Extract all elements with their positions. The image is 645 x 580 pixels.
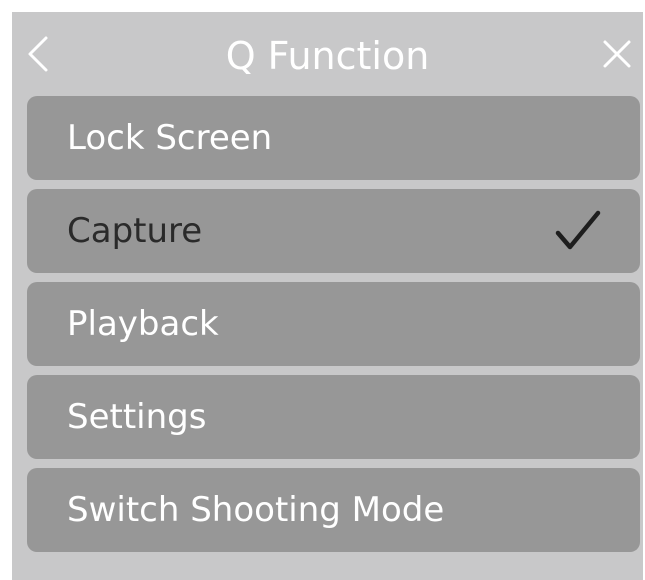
menu-item-lock-screen[interactable]: Lock Screen [27, 96, 640, 180]
q-function-panel: Q Function Lock Screen Capture Playback … [12, 12, 643, 580]
close-button[interactable] [597, 34, 637, 74]
menu-item-switch-shooting-mode[interactable]: Switch Shooting Mode [27, 468, 640, 552]
menu-item-label: Lock Screen [67, 118, 273, 158]
menu-item-label: Settings [67, 397, 207, 437]
panel-header: Q Function [12, 12, 643, 96]
menu-item-label: Switch Shooting Mode [67, 490, 445, 530]
page-title: Q Function [225, 34, 430, 78]
menu-item-label: Playback [67, 304, 219, 344]
check-icon [555, 210, 601, 250]
menu-item-playback[interactable]: Playback [27, 282, 640, 366]
menu-item-capture[interactable]: Capture [27, 189, 640, 273]
menu-item-label: Capture [67, 211, 203, 251]
close-icon [603, 40, 631, 68]
menu-item-settings[interactable]: Settings [27, 375, 640, 459]
